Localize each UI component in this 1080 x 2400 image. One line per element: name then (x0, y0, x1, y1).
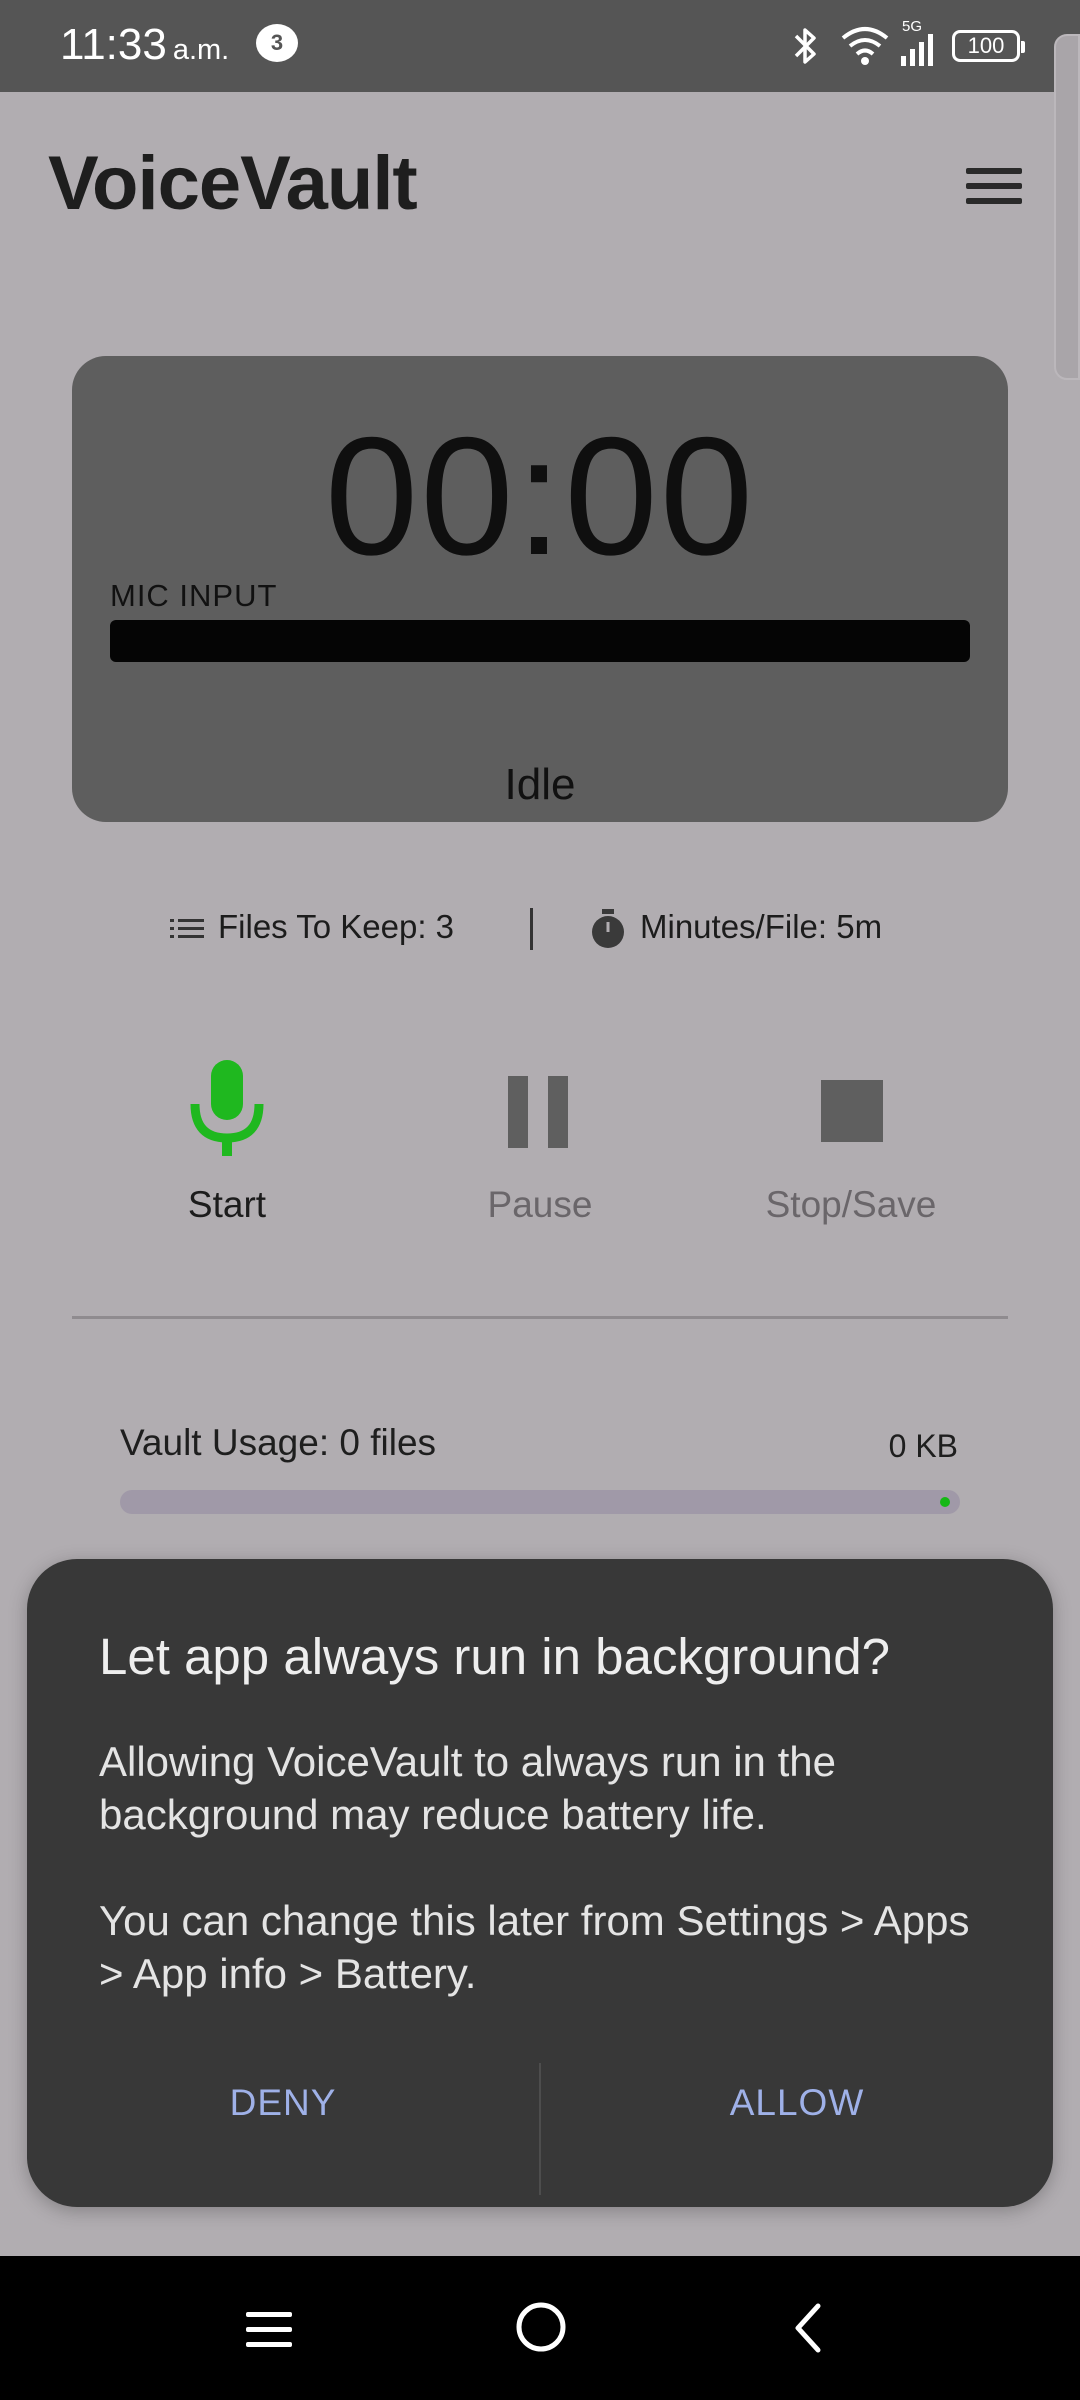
mic-input-meter (110, 620, 970, 662)
list-icon (170, 919, 204, 939)
allow-button[interactable]: ALLOW (541, 2053, 1053, 2153)
stop-icon (821, 1080, 883, 1142)
status-clock: 11:33 (60, 20, 167, 69)
vault-usage-bar (120, 1490, 960, 1514)
microphone-icon (190, 1060, 264, 1156)
recent-apps-icon[interactable] (244, 2308, 296, 2352)
mic-input-label: MIC INPUT (110, 578, 278, 613)
app-title: VoiceVault (48, 141, 418, 226)
files-to-keep-label: Files To Keep: 3 (218, 908, 455, 945)
minutes-per-file-setting[interactable]: Minutes/File: 5m (590, 908, 882, 949)
status-time: 11:33 a.m. (60, 20, 229, 70)
stopwatch-icon (592, 909, 624, 949)
stop-save-label: Stop/Save (765, 1184, 937, 1225)
dialog-title: Let app always run in background? (99, 1628, 891, 1685)
background-permission-dialog: Let app always run in background? Allowi… (27, 1559, 1053, 2207)
back-icon[interactable] (790, 2302, 826, 2354)
settings-divider (530, 908, 533, 950)
bluetooth-icon (794, 28, 816, 64)
dialog-message-2: You can change this later from Settings … (99, 1897, 970, 1997)
recording-status: Idle (504, 760, 576, 809)
minutes-per-file-label: Minutes/File: 5m (640, 908, 883, 945)
dialog-body: Allowing VoiceVault to always run in the… (99, 1735, 999, 2053)
vault-usage-indicator (940, 1497, 950, 1507)
settings-row: Files To Keep: 3 Minutes/File: 5m (0, 900, 1080, 960)
files-to-keep-setting[interactable]: Files To Keep: 3 (170, 908, 454, 946)
timer-card: 00:00 MIC INPUT Idle (72, 356, 1008, 822)
status-bar: 11:33 a.m. 3 5G 100 (0, 0, 1080, 92)
notification-badge-icon: 3 (256, 24, 298, 62)
signal-icon (901, 34, 933, 66)
start-label: Start (187, 1184, 267, 1225)
battery-icon: 100 (952, 30, 1025, 62)
section-divider (72, 1316, 1008, 1319)
home-icon[interactable] (514, 2300, 568, 2354)
deny-button[interactable]: DENY (27, 2053, 539, 2153)
pause-label: Pause (487, 1184, 593, 1225)
scrollbar-thumb[interactable] (1054, 34, 1080, 380)
pause-icon (508, 1076, 568, 1148)
hamburger-menu-icon[interactable] (966, 164, 1024, 208)
vault-usage-label: Vault Usage: 0 files (120, 1422, 437, 1463)
vault-size-label: 0 KB (888, 1428, 958, 1464)
wifi-icon (841, 27, 889, 65)
status-ampm: a.m. (172, 34, 230, 66)
network-type-label: 5G (902, 18, 923, 35)
timer-display: 00:00 (324, 402, 756, 590)
system-navigation-bar (0, 2256, 1080, 2400)
dialog-message-1: Allowing VoiceVault to always run in the… (99, 1738, 836, 1838)
